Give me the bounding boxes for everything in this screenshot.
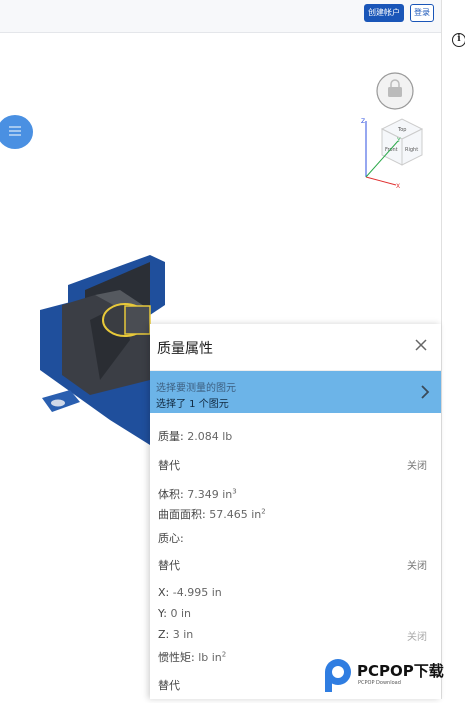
login-button[interactable]: 登录 — [410, 4, 434, 22]
axis-x-label: X — [396, 183, 400, 189]
pcpop-logo-icon — [325, 659, 351, 692]
mass-value: 2.084 lb — [187, 430, 233, 443]
override-toggle-2[interactable]: 关闭 — [407, 557, 427, 572]
inertia-label: 惯性矩: — [158, 651, 195, 664]
list-icon — [9, 126, 21, 136]
close-icon[interactable] — [413, 337, 429, 353]
volume-label: 体积: — [158, 488, 184, 501]
volume-exponent: 3 — [232, 487, 237, 496]
chevron-right-icon[interactable] — [419, 384, 431, 400]
create-account-button[interactable]: 创建帐户 — [364, 4, 404, 22]
centroid-z-row: Z: 3 in — [158, 628, 193, 641]
info-icon[interactable]: i — [452, 33, 465, 47]
inertia-exponent: 2 — [221, 650, 227, 659]
override-toggle-1[interactable]: 关闭 — [407, 457, 427, 472]
left-panel-toggle[interactable] — [0, 115, 33, 149]
surface-area-exponent: 2 — [261, 507, 266, 516]
inertia-row: 惯性矩: lb in2 — [158, 649, 226, 665]
model-shaft-body — [124, 305, 151, 335]
centroid-x-value: -4.995 in — [172, 586, 222, 599]
axis-y-label: Y — [396, 137, 401, 144]
mass-properties-panel: 质量属性 选择要测量的图元 选择了 1 个图元 质量: 2.084 lb 替代 … — [150, 324, 441, 699]
top-bar: 创建帐户 登录 — [0, 0, 441, 33]
centroid-z-label: Z: — [158, 628, 170, 641]
watermark-brand: PCPOP下载 — [357, 662, 444, 680]
nav-cube[interactable]: Top Front Right Z X Y — [352, 69, 437, 190]
model-tab-hole — [51, 399, 65, 407]
axis-x-line — [365, 176, 397, 186]
centroid-x-row: X: -4.995 in — [158, 586, 222, 599]
cube-right-label[interactable]: Right — [405, 147, 418, 153]
axis-z-label: Z — [361, 118, 365, 125]
centroid-z-value: 3 in — [172, 628, 194, 641]
cube-top-label[interactable]: Top — [397, 127, 406, 133]
selection-hint: 选择要测量的图元 — [156, 383, 236, 394]
lock-icon — [388, 87, 402, 97]
override-label-2: 替代 — [158, 559, 180, 572]
surface-area-value: 57.465 in — [209, 508, 262, 521]
mass-row: 质量: 2.084 lb — [158, 428, 232, 444]
watermark: PCPOP下载 PCPOP Download — [322, 656, 462, 694]
mass-label: 质量: — [158, 430, 184, 443]
centroid-x-label: X: — [158, 586, 170, 599]
override-toggle-3[interactable]: 关闭 — [407, 628, 427, 643]
volume-value: 7.349 in — [187, 488, 233, 501]
selection-row[interactable]: 选择要测量的图元 选择了 1 个图元 — [150, 371, 441, 413]
volume-row: 体积: 7.349 in3 — [158, 486, 237, 502]
surface-area-row: 曲面面积: 57.465 in2 — [158, 506, 266, 522]
watermark-sub: PCPOP Download — [358, 680, 401, 686]
surface-area-label: 曲面面积: — [158, 508, 206, 521]
panel-title: 质量属性 — [157, 341, 213, 357]
centroid-y-label: Y: — [158, 607, 167, 620]
panel-header: 质量属性 — [150, 324, 441, 371]
override-label-1: 替代 — [158, 459, 180, 472]
override-label-3: 替代 — [158, 679, 180, 692]
selection-count: 选择了 1 个图元 — [156, 399, 229, 410]
centroid-y-row: Y: 0 in — [158, 607, 191, 620]
right-sidebar — [441, 0, 465, 699]
centroid-label: 质心: — [158, 532, 184, 545]
inertia-value: lb in — [198, 651, 222, 664]
centroid-y-value: 0 in — [170, 607, 191, 620]
